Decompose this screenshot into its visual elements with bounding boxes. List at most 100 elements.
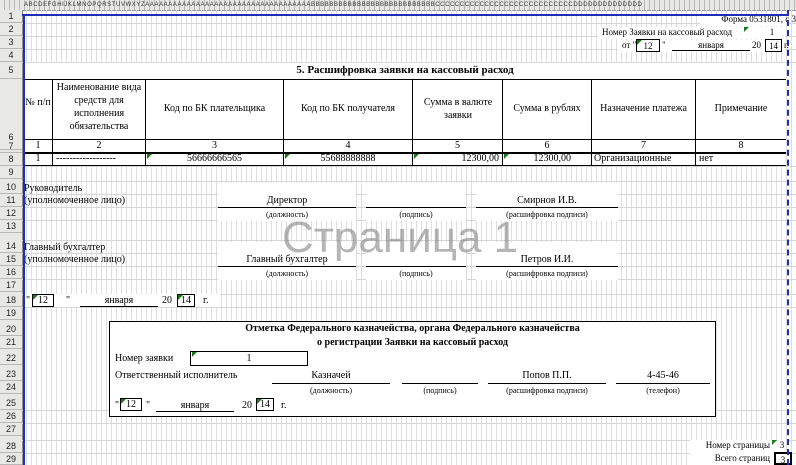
page-break-left [23,14,25,465]
treasury-date-month-field[interactable]: января [156,400,234,412]
treasury-name[interactable]: Попов П.П. [488,370,606,381]
table-colnum-5: 5 [455,140,460,151]
comment-marker-icon [178,295,183,300]
row-number-23[interactable]: 23 [0,368,22,381]
table-colnum-3: 3 [212,140,217,151]
row-number-25[interactable]: 25 [0,397,22,410]
table-colnum-2: 2 [96,140,102,151]
row-number-27[interactable]: 27 [0,423,22,436]
row-number-24[interactable]: 24 [0,381,22,394]
table-header-currency-sum[interactable]: Сумма в валюте заявки [418,96,498,122]
row-number-21[interactable]: 21 [0,336,22,349]
signature-line [402,383,478,384]
date-year-field[interactable]: 14 [765,39,782,52]
table-col-rule [591,79,592,166]
head-label[interactable]: Руководитель [24,183,82,194]
treasury-executor-label[interactable]: Ответственный исполнитель [115,370,237,381]
row-number-20[interactable]: 20 [0,323,22,336]
page-break-vertical [787,10,789,465]
date18-month-field[interactable]: января [80,295,158,307]
signature-line [218,266,356,267]
row-number-3[interactable]: 3 [0,36,22,49]
signature-line [218,207,356,208]
head-label-sub[interactable]: (уполномоченное лицо) [24,195,125,206]
table-header-num[interactable]: № п/п [24,96,52,109]
table-cell-currency-sum[interactable]: 12300,00 [413,153,500,164]
table-header-note[interactable]: Примечание [696,103,786,114]
table-colnum-6: 6 [544,140,550,151]
row-number-1[interactable]: 1 [0,10,22,23]
table-header-purpose[interactable]: Назначение платежа [592,103,695,114]
table-header-fund-type[interactable]: Наименование вида средств для исполнения… [53,81,145,133]
row-number-11[interactable]: 11 [0,194,22,207]
row-number-8[interactable]: 8 [0,153,22,166]
accountant-label-sub[interactable]: (уполномоченное лицо) [24,254,125,265]
date-prefix: от " [622,40,637,50]
row-number-26[interactable]: 26 [0,410,22,423]
row-number-2[interactable]: 2 [0,23,22,36]
row-header[interactable]: 1 2 3 4 5 6 7 8 9 10 11 12 13 14 15 16 1… [0,10,23,465]
table-header-recipient-code[interactable]: Код по БК получателя [284,103,412,114]
row-number-12[interactable]: 12 [0,207,22,220]
signature-line [616,383,710,384]
gridline [22,181,796,182]
head-position[interactable]: Директор [218,195,356,206]
row-number-7[interactable]: 7 [0,140,22,153]
row-number-14[interactable]: 14 [0,240,22,253]
row-number-10[interactable]: 10 [0,181,22,194]
row-number-15[interactable]: 15 [0,253,22,266]
row-number-5[interactable]: 5 [0,62,22,79]
treasury-date-open-quote: " [115,400,120,411]
date18-year-suffix: г. [203,295,209,306]
row-number-9[interactable]: 9 [0,166,22,179]
treasury-title-1[interactable]: Отметка Федерального казначейства, орган… [110,323,715,334]
page-number-label[interactable]: Номер страницы [640,440,770,450]
table-cell-note[interactable]: нет [699,153,713,164]
total-pages-field[interactable]: 3 [774,452,792,465]
row-number-28[interactable]: 28 [0,440,22,453]
head-name[interactable]: Смирнов И.В. [476,195,618,206]
row-number-18[interactable]: 18 [0,294,22,307]
total-pages-label[interactable]: Всего страниц [640,453,770,463]
row-number-19[interactable]: 19 [0,307,22,320]
accountant-label[interactable]: Главный бухгалтер [24,242,105,253]
treasury-date-year-prefix: 20 [242,400,252,411]
table-cell-fund-type[interactable]: ------------------ [56,153,116,164]
table-header-payer-code[interactable]: Код по БК плательщика [146,103,283,114]
comment-marker-icon [744,27,749,32]
table-cell-num[interactable]: 1 [24,153,52,164]
row-number-17[interactable]: 17 [0,279,22,292]
row-number-22[interactable]: 22 [0,352,22,365]
date-month-field[interactable]: января [672,40,750,51]
date18-open-quote: " [26,295,31,306]
signature-line [488,383,606,384]
treasury-number-label[interactable]: Номер заявки [115,353,173,364]
date18-close-quote: " [66,295,71,306]
comment-marker-icon [147,154,152,159]
row-number-16[interactable]: 16 [0,266,22,279]
table-cell-payer-code[interactable]: 56666666565 [146,153,283,164]
treasury-number-value[interactable]: 1 [190,353,308,364]
gridline [22,307,796,308]
spreadsheet-sheet[interactable]: ABCDEFGHIJKLMNOPQRSTUVWXYZAAAAAAAAAAAAAA… [0,0,796,465]
treasury-signature-caption: (подпись) [423,386,457,395]
request-number-value[interactable]: 1 [760,27,784,37]
table-cell-rub-sum[interactable]: 12300,00 [503,153,572,164]
treasury-position[interactable]: Казначей [272,370,390,381]
row-number-4[interactable]: 4 [0,49,22,62]
row-number-13[interactable]: 13 [0,220,22,233]
table-rule [24,79,786,80]
table-cell-purpose[interactable]: Организационные [594,153,671,164]
row-number-29[interactable]: 29 [0,453,22,465]
treasury-title-2[interactable]: о регистрации Заявки на кассовый расход [110,337,715,348]
page-break-top [22,14,787,16]
table-cell-recipient-code[interactable]: 55688888888 [284,153,412,164]
treasury-phone[interactable]: 4-45-46 [616,370,710,381]
table-header-rub-sum[interactable]: Сумма в рублях [503,103,591,114]
signature-line [476,207,618,208]
comment-marker-icon [121,399,126,404]
section-title[interactable]: 5. Расшифровка заявки на кассовый расход [24,64,786,76]
gridline [22,423,796,424]
accountant-name-caption: (расшифровка подписи) [506,269,588,278]
request-number-label[interactable]: Номер Заявки на кассовый расход [602,27,732,37]
